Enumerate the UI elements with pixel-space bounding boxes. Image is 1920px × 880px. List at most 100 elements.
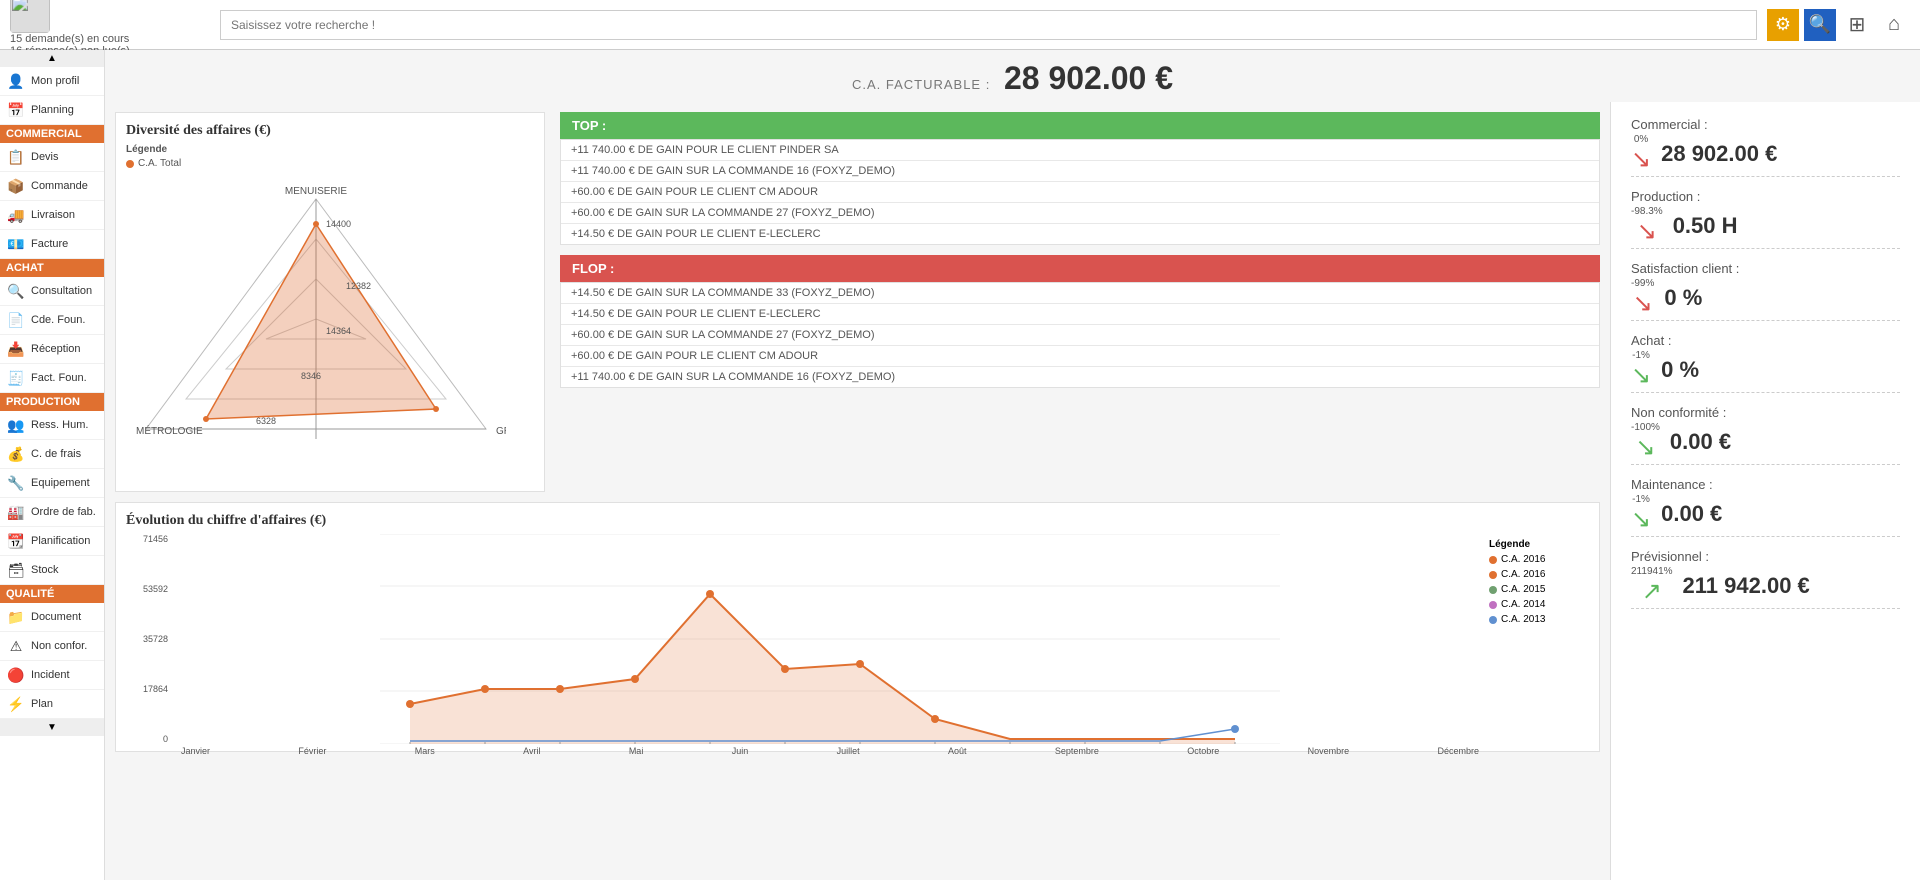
sidebar-item-consultation[interactable]: 🔍Consultation (0, 277, 104, 306)
sidebar-section-qualite-section: Qualité (0, 585, 104, 603)
kpi-pct-3: -1% (1632, 350, 1650, 361)
sidebar-item-c-frais[interactable]: 💰C. de frais (0, 440, 104, 469)
sidebar-items: 👤Mon profil📅PlanningCommercial📋Devis📦Com… (0, 67, 104, 719)
sidebar-icon-cde-foun: 📄 (6, 310, 26, 330)
spider-area: Diversité des affaires (€) Légende C.A. … (115, 112, 1600, 492)
top-flop-panel: TOP : +11 740.00 € DE GAIN POUR LE CLIEN… (560, 112, 1600, 492)
sidebar-label-commande: Commande (31, 180, 88, 192)
sidebar-item-devis[interactable]: 📋Devis (0, 143, 104, 172)
kpi-trend-4: -100% ↘ (1631, 422, 1660, 462)
search-icon-button[interactable]: 🔍 (1804, 9, 1836, 41)
spider-legend-label: Légende (126, 144, 167, 155)
top-item-0: +11 740.00 € DE GAIN POUR LE CLIENT PIND… (561, 140, 1599, 161)
sidebar-scroll-up[interactable]: ▲ (0, 50, 104, 67)
sidebar-item-planning[interactable]: 📅Planning (0, 96, 104, 125)
sidebar-label-incident: Incident (31, 669, 70, 681)
kpi-arrow-3: ↘ (1631, 361, 1651, 390)
top-header-label: TOP : (572, 118, 606, 133)
sidebar-icon-stock: 🗃 (6, 560, 26, 580)
sidebar-icon-plan: ⚡ (6, 694, 26, 714)
legend-dot-3 (1489, 601, 1497, 609)
svg-text:GRANDE SURFACE: GRANDE SURFACE (496, 426, 506, 437)
line-legend-title: Légende (1489, 539, 1589, 550)
sidebar-label-profil: Mon profil (31, 75, 79, 87)
sidebar-icon-commande: 📦 (6, 176, 26, 196)
kpi-inner-3: -1% ↘ 0 % (1631, 350, 1900, 390)
kpi-pct-4: -100% (1631, 422, 1660, 433)
line-chart-svg (181, 534, 1479, 744)
sidebar-icon-profil: 👤 (6, 71, 26, 91)
sidebar-item-profil[interactable]: 👤 Mon profil (0, 67, 104, 96)
sidebar-icon-ordre-fab: 🏭 (6, 502, 26, 522)
month-label-4: Mai (629, 746, 644, 756)
legend-item-3: C.A. 2014 (1489, 599, 1589, 610)
sidebar-scroll-down[interactable]: ▼ (0, 719, 104, 736)
month-label-5: Juin (732, 746, 749, 756)
sidebar-item-equipement[interactable]: 🔧Equipement (0, 469, 104, 498)
sidebar-item-plan[interactable]: ⚡Plan (0, 690, 104, 719)
kpi-value-0: 28 902.00 € (1661, 141, 1777, 167)
kpi-label-0: Commercial : (1631, 117, 1900, 132)
kpi-value: 28 902.00 € (1004, 60, 1173, 96)
kpi-separator-6 (1631, 608, 1900, 609)
kpi-inner-2: -99% ↘ 0 % (1631, 278, 1900, 318)
sidebar-label-stock: Stock (31, 564, 59, 576)
flop-item-0: +14.50 € DE GAIN SUR LA COMMANDE 33 (FOX… (561, 283, 1599, 304)
kpi-pct-1: -98.3% (1631, 206, 1663, 217)
sidebar-item-ordre-fab[interactable]: 🏭 Ordre de fab. (0, 498, 104, 527)
sidebar-item-incident[interactable]: 🔴Incident (0, 661, 104, 690)
month-label-2: Mars (415, 746, 435, 756)
kpi-value-6: 211 942.00 € (1683, 573, 1810, 599)
sidebar-label-devis: Devis (31, 151, 59, 163)
legend-item-1: C.A. 2016 (1489, 569, 1589, 580)
kpi-arrow-4: ↘ (1635, 433, 1655, 462)
sidebar-label-ordre-fab: Ordre de fab. (31, 506, 96, 518)
kpi-value-4: 0.00 € (1670, 429, 1731, 455)
svg-text:14364: 14364 (326, 326, 351, 336)
demands-label: 15 demande(s) en cours (10, 33, 210, 45)
kpi-label-3: Achat : (1631, 333, 1900, 348)
kpi-label-4: Non conformité : (1631, 405, 1900, 420)
kpi-pct-5: -1% (1632, 494, 1650, 505)
kpi-arrow-2: ↘ (1633, 289, 1653, 318)
sidebar-icon-planification: 📆 (6, 531, 26, 551)
kpi-separator-2 (1631, 320, 1900, 321)
kpi-value-5: 0.00 € (1661, 501, 1722, 527)
topbar-icons: ⚙ 🔍 ⊞ ⌂ (1767, 9, 1910, 41)
sidebar: ▲ 👤Mon profil📅PlanningCommercial📋Devis📦C… (0, 50, 105, 880)
sidebar-label-cde-foun: Cde. Foun. (31, 314, 85, 326)
sidebar-item-facture[interactable]: 💶Facture (0, 230, 104, 259)
svg-text:6328: 6328 (256, 416, 276, 426)
svg-text:MÉTROLOGIE: MÉTROLOGIE (136, 424, 203, 437)
sidebar-label-c-frais: C. de frais (31, 448, 81, 460)
sidebar-item-commande[interactable]: 📦 Commande (0, 172, 104, 201)
kpi-row-1: Production : -98.3% ↘ 0.50 H (1631, 189, 1900, 251)
sidebar-item-non-confor[interactable]: ⚠Non confor. (0, 632, 104, 661)
top-item-1: +11 740.00 € DE GAIN SUR LA COMMANDE 16 … (561, 161, 1599, 182)
kpi-arrow-6: ↗ (1642, 577, 1662, 606)
sidebar-label-ress-hum: Ress. Hum. (31, 419, 88, 431)
sidebar-item-cde-foun[interactable]: 📄 Cde. Foun. (0, 306, 104, 335)
month-label-6: Juillet (837, 746, 860, 756)
sidebar-item-ress-hum[interactable]: 👥Ress. Hum. (0, 411, 104, 440)
grid-icon[interactable]: ⊞ (1841, 9, 1873, 41)
kpi-separator-4 (1631, 464, 1900, 465)
search-input[interactable] (220, 10, 1757, 40)
kpi-row-0: Commercial : 0% ↘ 28 902.00 € (1631, 117, 1900, 179)
kpi-pct-6: 211941% (1631, 566, 1673, 577)
spider-chart-container: Diversité des affaires (€) Légende C.A. … (115, 112, 545, 492)
kpi-separator-1 (1631, 248, 1900, 249)
svg-text:MENUISERIE: MENUISERIE (285, 186, 348, 197)
sidebar-item-livraison[interactable]: 🚚Livraison (0, 201, 104, 230)
month-label-8: Septembre (1055, 746, 1099, 756)
gear-icon[interactable]: ⚙ (1767, 9, 1799, 41)
sidebar-item-document[interactable]: 📁Document (0, 603, 104, 632)
sidebar-item-fact-foun[interactable]: 🧾Fact. Foun. (0, 364, 104, 393)
sidebar-item-reception[interactable]: 📥Réception (0, 335, 104, 364)
kpi-separator-0 (1631, 176, 1900, 177)
top-section: TOP : +11 740.00 € DE GAIN POUR LE CLIEN… (560, 112, 1600, 245)
kpi-value-3: 0 % (1661, 357, 1699, 383)
sidebar-item-planification[interactable]: 📆Planification (0, 527, 104, 556)
sidebar-item-stock[interactable]: 🗃 Stock (0, 556, 104, 585)
home-icon[interactable]: ⌂ (1878, 9, 1910, 41)
